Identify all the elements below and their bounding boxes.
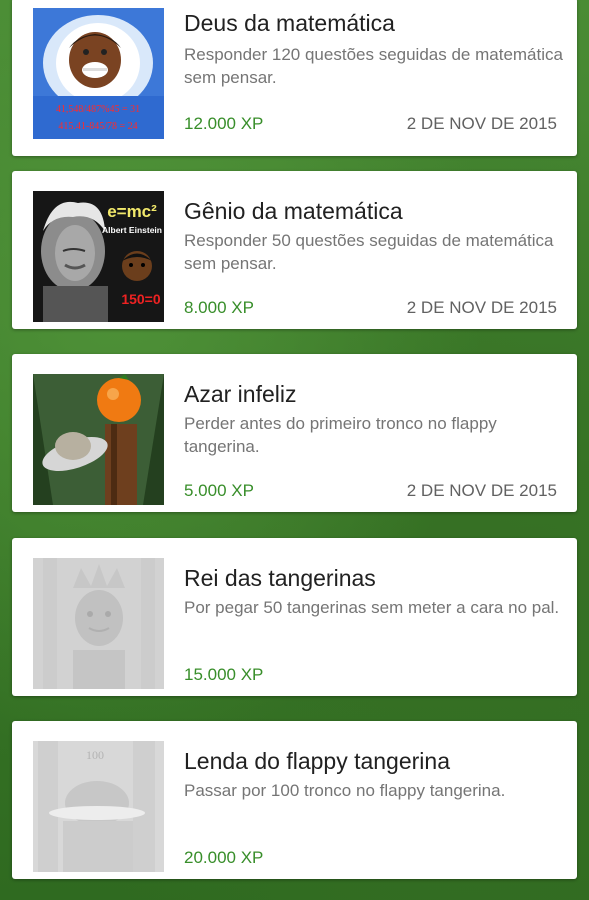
achievement-card[interactable]: Rei das tangerinas Por pegar 50 tangerin… xyxy=(12,538,577,696)
achievement-date: 2 DE NOV DE 2015 xyxy=(406,481,557,500)
image-equation-2: 415.41-845/78 = 24 xyxy=(58,121,137,132)
achievement-title: Lenda do flappy tangerina xyxy=(184,748,450,774)
flappy-legend-icon: 100 xyxy=(33,741,164,872)
image-number: 100 xyxy=(86,748,104,762)
achievement-description: Responder 120 questões seguidas de matem… xyxy=(184,45,563,87)
achievement-card[interactable]: e=mc² Albert Einstein 150=0 Gênio da mat… xyxy=(12,171,577,329)
achievement-title: Gênio da matemática xyxy=(184,198,403,224)
achievement-card[interactable]: 41,548/487%45 = 31 415.41-845/78 = 24 De… xyxy=(12,0,577,156)
achievement-description: Perder antes do primeiro tronco no flapp… xyxy=(184,414,497,456)
tangerine-king-icon xyxy=(33,558,164,689)
achievement-description: Por pegar 50 tangerinas sem meter a cara… xyxy=(184,598,560,617)
image-caption: Albert Einstein xyxy=(102,225,162,235)
achievement-description: Responder 50 questões seguidas de matemá… xyxy=(184,231,554,273)
tangerine-trunk-icon xyxy=(33,374,164,505)
achievement-title: Rei das tangerinas xyxy=(184,565,376,591)
achievement-title: Azar infeliz xyxy=(184,381,297,407)
achievement-card[interactable]: Azar infeliz Perder antes do primeiro tr… xyxy=(12,354,577,512)
achievement-xp: 20.000 XP xyxy=(184,848,264,867)
achievement-xp: 8.000 XP xyxy=(184,298,254,317)
image-formula: e=mc² xyxy=(107,202,157,221)
achievement-description: Passar por 100 tronco no flappy tangerin… xyxy=(184,781,506,800)
image-equation-1: 41,548/487%45 = 31 xyxy=(56,104,140,115)
image-equation: 150=0 xyxy=(121,291,161,307)
einstein-icon: e=mc² Albert Einstein 150=0 xyxy=(33,191,164,322)
achievement-xp: 12.000 XP xyxy=(184,114,264,133)
achievement-title: Deus da matemática xyxy=(184,10,395,36)
achievement-card[interactable]: 100 Lenda do flappy tangerina Passar por… xyxy=(12,721,577,879)
math-god-icon: 41,548/487%45 = 31 415.41-845/78 = 24 xyxy=(33,8,164,139)
achievement-xp: 5.000 XP xyxy=(184,481,254,500)
achievement-xp: 15.000 XP xyxy=(184,665,264,684)
achievement-date: 2 DE NOV DE 2015 xyxy=(406,114,557,133)
achievement-date: 2 DE NOV DE 2015 xyxy=(406,298,557,317)
